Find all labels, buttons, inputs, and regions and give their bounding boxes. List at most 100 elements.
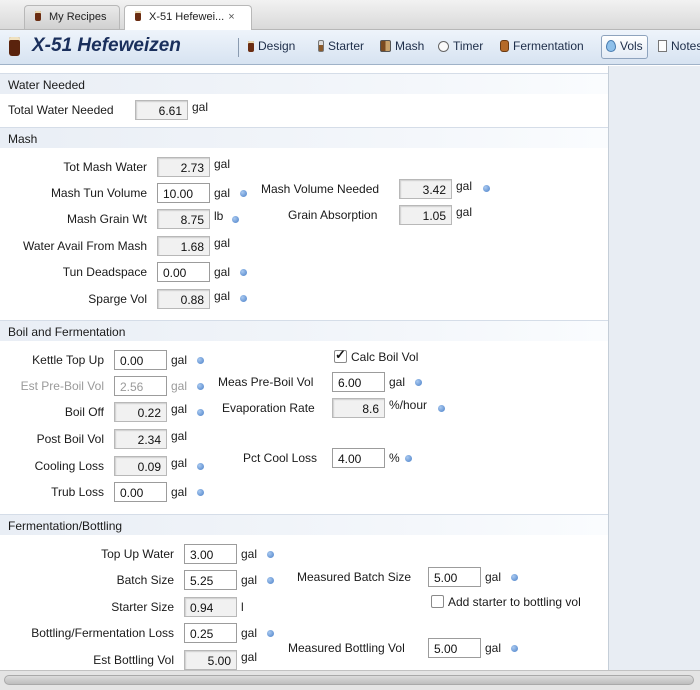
boil-off-label: Boil Off [64,405,104,419]
side-panel [608,66,700,670]
mash-volume-needed-unit: gal [456,179,473,193]
mash-tun-volume-input[interactable]: 10.00 [157,183,210,203]
tab-label: My Recipes [49,11,107,23]
sparge-vol-unit: gal [214,289,231,303]
info-dot-icon[interactable] [267,630,274,637]
info-dot-icon[interactable] [511,574,518,581]
info-dot-icon[interactable] [197,383,204,390]
mash-tun-icon [380,40,391,52]
starter-size-unit: l [241,600,244,614]
bottling-loss-input[interactable]: 0.25 [184,623,237,643]
total-water-unit: gal [192,100,209,114]
est-pre-boil-label: Est Pre-Boil Vol [20,379,104,393]
info-dot-icon[interactable] [197,463,204,470]
info-dot-icon[interactable] [267,577,274,584]
bottling-loss-unit: gal [241,626,258,640]
toolbar-fermentation-button[interactable]: Fermentation [496,35,588,59]
tun-deadspace-label: Tun Deadspace [62,265,147,279]
info-dot-icon[interactable] [415,379,422,386]
tot-mash-water-label: Tot Mash Water [63,160,147,174]
pct-cool-loss-unit: % [389,451,400,465]
mash-volume-needed-value: 3.42 [399,179,452,199]
info-dot-icon[interactable] [232,216,239,223]
add-starter-checkbox[interactable] [431,595,444,608]
toolbar-timer-button[interactable]: Timer [434,35,487,59]
close-icon[interactable]: × [228,11,234,23]
total-water-label: Total Water Needed [8,103,114,117]
kettle-top-up-label: Kettle Top Up [32,353,104,367]
batch-size-label: Batch Size [116,573,174,587]
post-boil-label: Post Boil Vol [36,432,104,446]
info-dot-icon[interactable] [267,551,274,558]
water-drop-icon [606,40,616,52]
calc-boil-vol-checkbox[interactable] [334,347,347,363]
tab-recipe[interactable]: X-51 Hefewei... × [124,5,252,31]
beer-glass-icon [9,37,20,56]
est-pre-boil-unit: gal [171,379,188,393]
est-bottling-value: 5.00 [184,650,237,670]
toolbar-starter-button[interactable]: Starter [314,35,368,59]
boil-off-value: 0.22 [114,402,167,422]
horizontal-scrollbar[interactable] [0,670,700,690]
grain-absorption-unit: gal [456,205,473,219]
info-dot-icon[interactable] [483,185,490,192]
toolbar-label: Vols [620,39,643,53]
measured-bottling-input[interactable]: 5.00 [428,638,481,658]
flask-icon [318,40,324,52]
pint-icon [35,11,41,21]
evaporation-rate-label: Evaporation Rate [222,401,315,415]
mash-tun-volume-unit: gal [214,186,231,200]
mash-volume-needed-label: Mash Volume Needed [261,182,380,196]
meas-pre-boil-input[interactable]: 6.00 [332,372,385,392]
batch-size-input[interactable]: 5.25 [184,570,237,590]
recipe-title: X-51 Hefeweizen [32,35,181,56]
fermenter-icon [500,40,509,52]
meas-pre-boil-label: Meas Pre-Boil Vol [218,375,314,389]
grain-absorption-value: 1.05 [399,205,452,225]
meas-pre-boil-unit: gal [389,375,406,389]
toolbar-notes-button[interactable]: Notes [654,35,700,59]
tun-deadspace-input[interactable]: 0.00 [157,262,210,282]
info-dot-icon[interactable] [197,489,204,496]
top-up-water-label: Top Up Water [101,547,174,561]
info-dot-icon[interactable] [197,409,204,416]
measured-batch-input[interactable]: 5.00 [428,567,481,587]
volumes-panel: Water Needed Total Water Needed 6.61 gal… [0,66,608,670]
tab-my-recipes[interactable]: My Recipes [24,5,120,29]
toolbar-label: Fermentation [513,39,584,53]
evaporation-rate-unit: %/hour [389,398,428,412]
starter-size-value: 0.94 [184,597,237,617]
scrollbar-thumb[interactable] [4,675,694,685]
timer-icon [438,41,449,52]
post-boil-unit: gal [171,429,188,443]
info-dot-icon[interactable] [240,269,247,276]
toolbar-design-button[interactable]: Design [244,35,299,59]
trub-loss-input[interactable]: 0.00 [114,482,167,502]
trub-loss-label: Trub Loss [51,485,104,499]
info-dot-icon[interactable] [197,357,204,364]
kettle-top-up-input[interactable]: 0.00 [114,350,167,370]
info-dot-icon[interactable] [438,405,445,412]
grain-absorption-label: Grain Absorption [288,208,378,222]
pint-icon [135,11,141,21]
info-dot-icon[interactable] [511,645,518,652]
info-dot-icon[interactable] [405,455,412,462]
measured-batch-unit: gal [485,570,502,584]
top-up-water-input[interactable]: 3.00 [184,544,237,564]
pct-cool-loss-input[interactable]: 4.00 [332,448,385,468]
mash-grain-wt-label: Mash Grain Wt [66,212,147,226]
mash-tun-volume-label: Mash Tun Volume [50,186,147,200]
mash-grain-wt-unit: lb [214,209,224,223]
tot-mash-water-value: 2.73 [157,157,210,177]
est-pre-boil-input: 2.56 [114,376,167,396]
tot-mash-water-unit: gal [214,157,231,171]
info-dot-icon[interactable] [240,295,247,302]
water-avail-unit: gal [214,236,231,250]
total-water-value: 6.61 [135,100,188,120]
starter-size-label: Starter Size [111,600,174,614]
toolbar-vols-button[interactable]: Vols [601,35,648,59]
info-dot-icon[interactable] [240,190,247,197]
cooling-loss-value: 0.09 [114,456,167,476]
top-up-water-unit: gal [241,547,258,561]
toolbar-mash-button[interactable]: Mash [376,35,428,59]
